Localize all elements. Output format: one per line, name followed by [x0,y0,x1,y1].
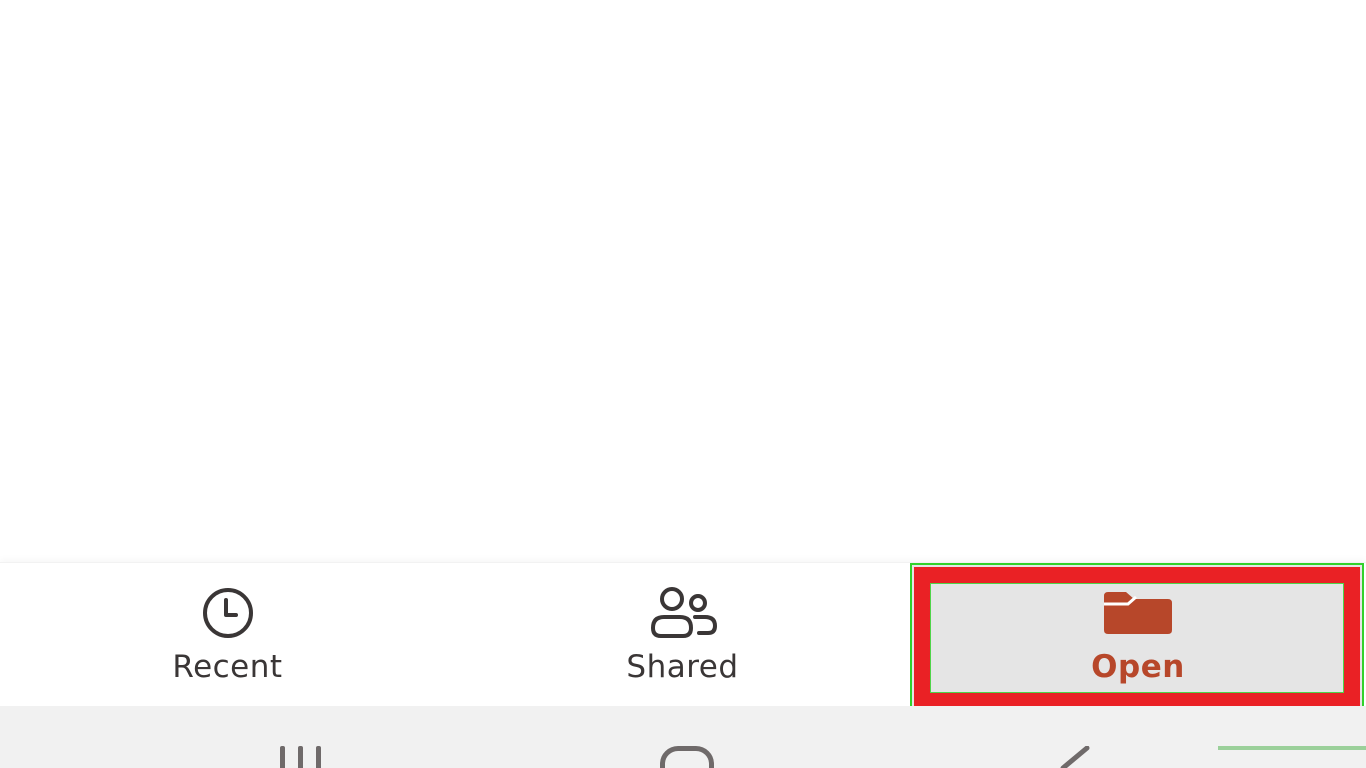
home-icon[interactable] [660,746,714,768]
system-bar-edge-indicator [1218,746,1366,750]
nav-label-recent: Recent [172,649,283,685]
bottom-navigation-bar: Recent Shared Open [0,562,1366,713]
nav-item-shared[interactable]: Shared [455,563,910,707]
nav-item-recent[interactable]: Recent [0,563,455,707]
people-icon [643,585,723,641]
nav-label-open: Open [1091,649,1185,685]
app-screen: Recent Shared Open [0,0,1366,768]
nav-item-open[interactable]: Open [910,563,1366,707]
back-icon[interactable] [1055,745,1095,768]
nav-label-shared: Shared [626,649,739,685]
content-area [0,0,1366,562]
clock-icon [188,585,268,641]
folder-icon [1098,585,1178,641]
recent-apps-icon[interactable] [280,746,326,768]
system-navigation-bar [0,706,1366,768]
